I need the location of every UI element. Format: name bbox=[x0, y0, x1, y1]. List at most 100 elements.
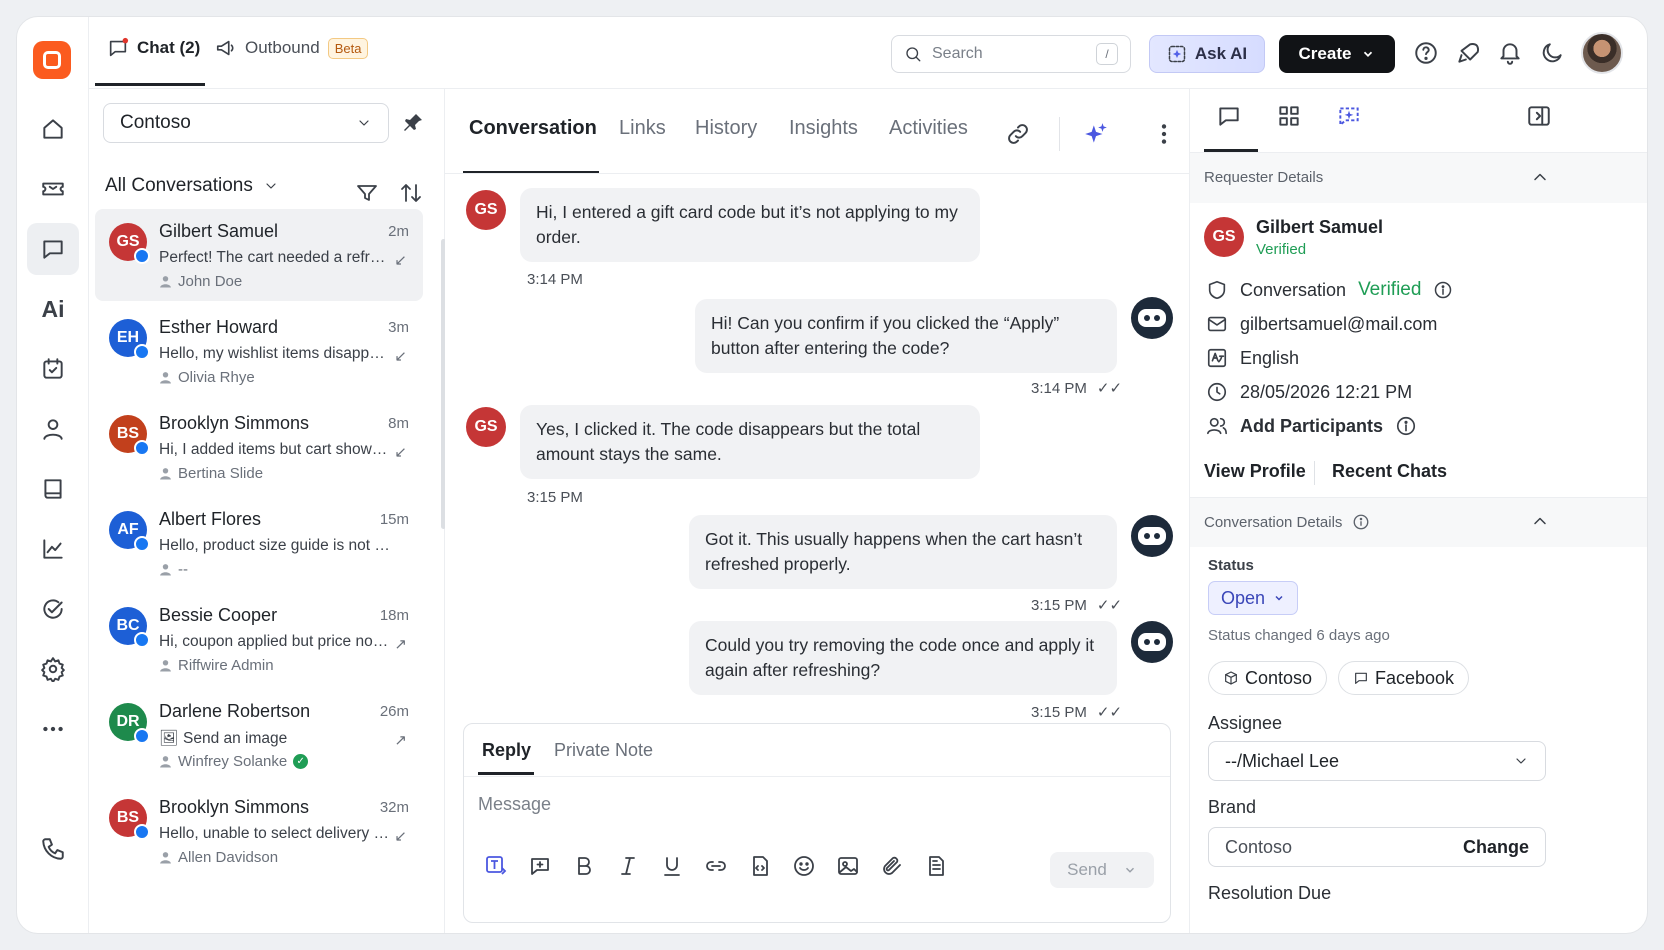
tab-chat[interactable]: Chat (2) bbox=[107, 37, 200, 59]
status-dropdown[interactable]: Open bbox=[1208, 581, 1299, 615]
tab-reply[interactable]: Reply bbox=[482, 740, 531, 761]
agent-message: Got it. This usually happens when the ca… bbox=[689, 515, 1117, 589]
emoji-icon[interactable] bbox=[792, 854, 816, 878]
requester-datetime: 28/05/2026 12:21 PM bbox=[1240, 381, 1413, 402]
document-icon[interactable] bbox=[924, 854, 948, 878]
conversation-time: 32m bbox=[379, 799, 409, 816]
tab-links[interactable]: Links bbox=[619, 117, 666, 140]
book-icon[interactable] bbox=[27, 463, 79, 515]
help-icon[interactable] bbox=[1413, 40, 1439, 66]
agent-name: -- bbox=[178, 561, 188, 578]
more-horizontal-icon[interactable] bbox=[27, 703, 79, 755]
conversation-details-title: Conversation Details bbox=[1204, 513, 1370, 531]
conversation-time: 3m bbox=[388, 319, 409, 336]
collapse-panel-icon[interactable] bbox=[1526, 103, 1552, 129]
phone-icon[interactable] bbox=[27, 823, 79, 875]
conversation-list-item[interactable]: EH Esther Howard 3m Hello, my wishlist item… bbox=[95, 305, 423, 397]
attachment-icon[interactable] bbox=[880, 854, 904, 878]
home-icon[interactable] bbox=[27, 103, 79, 155]
text-style-icon[interactable] bbox=[484, 854, 508, 878]
conversation-list-item[interactable]: BC Bessie Cooper 18m Hi, coupon applied but… bbox=[95, 593, 423, 685]
tab-private-note[interactable]: Private Note bbox=[554, 740, 653, 761]
sort-icon[interactable] bbox=[399, 181, 423, 205]
ai-sparkle-icon[interactable] bbox=[1083, 121, 1109, 147]
code-file-icon[interactable] bbox=[748, 854, 772, 878]
conversation-list-item[interactable]: BS Brooklyn Simmons 32m Hello, unable to se… bbox=[95, 785, 423, 877]
assigned-agent: Bertina Slide bbox=[159, 465, 263, 482]
assignee-select[interactable]: --/Michael Lee bbox=[1208, 741, 1546, 781]
info-icon[interactable] bbox=[1433, 280, 1453, 300]
italic-icon[interactable] bbox=[616, 854, 640, 878]
resolution-due-label: Resolution Due bbox=[1208, 883, 1332, 903]
outbound-tab-label: Outbound bbox=[245, 38, 320, 57]
canned-response-icon[interactable] bbox=[528, 854, 552, 878]
settings-gear-icon[interactable] bbox=[27, 643, 79, 695]
conversation-list-item[interactable]: AF Albert Flores 15m Hello, product size gu… bbox=[95, 497, 423, 589]
chat-icon[interactable] bbox=[27, 223, 79, 275]
tab-conversation[interactable]: Conversation bbox=[469, 117, 597, 140]
beta-badge: Beta bbox=[327, 37, 369, 59]
more-vertical-icon[interactable] bbox=[1151, 121, 1177, 147]
recent-chats-link[interactable]: Recent Chats bbox=[1332, 461, 1447, 482]
status-label: Status bbox=[1208, 557, 1254, 574]
app-logo[interactable] bbox=[33, 41, 71, 79]
dark-mode-moon-icon[interactable] bbox=[1539, 40, 1565, 66]
ask-ai-button[interactable]: Ask AI bbox=[1149, 35, 1265, 73]
conversation-list-item[interactable]: GS Gilbert Samuel 2m Perfect! The cart need… bbox=[95, 209, 423, 301]
contact-name: Esther Howard bbox=[159, 317, 279, 337]
rocket-icon[interactable] bbox=[1455, 40, 1481, 66]
message-time: 3:14 PM bbox=[527, 271, 583, 288]
ticket-icon[interactable] bbox=[27, 163, 79, 215]
time-label: 3:15 PM bbox=[1031, 596, 1087, 614]
source-chip[interactable]: Facebook bbox=[1338, 661, 1470, 695]
all-conversations-filter[interactable]: All Conversations bbox=[105, 175, 279, 197]
link-icon[interactable] bbox=[1005, 121, 1031, 147]
message-square-icon bbox=[1355, 672, 1367, 684]
pin-icon[interactable] bbox=[401, 111, 425, 135]
create-button[interactable]: Create bbox=[1279, 35, 1395, 73]
user-avatar[interactable] bbox=[1581, 32, 1623, 74]
tab-insights[interactable]: Insights bbox=[789, 117, 858, 140]
ai-assist-icon[interactable] bbox=[1336, 103, 1362, 129]
chevron-down-icon bbox=[1516, 758, 1526, 764]
search-input[interactable]: Search / bbox=[891, 35, 1131, 73]
add-participants-row[interactable]: Add Participants bbox=[1206, 415, 1417, 437]
tab-activities[interactable]: Activities bbox=[889, 117, 968, 140]
workspace-select[interactable]: Contoso bbox=[103, 103, 389, 143]
task-check-icon[interactable] bbox=[27, 583, 79, 635]
chevron-up-icon[interactable] bbox=[1530, 511, 1550, 531]
filter-funnel-icon[interactable] bbox=[355, 181, 379, 205]
assigned-agent: John Doe bbox=[159, 273, 242, 290]
analytics-icon[interactable] bbox=[27, 523, 79, 575]
apps-grid-icon[interactable] bbox=[1276, 103, 1302, 129]
preview-text: Hello, my wishlist items disappeared bbox=[159, 345, 391, 362]
chat-details-icon[interactable] bbox=[1216, 103, 1242, 129]
info-icon[interactable] bbox=[1352, 513, 1370, 531]
tab-history[interactable]: History bbox=[695, 117, 757, 140]
message-input[interactable]: Message bbox=[478, 794, 551, 815]
underline-icon[interactable] bbox=[660, 854, 684, 878]
contact-avatar: BS bbox=[109, 799, 150, 840]
hyperlink-icon[interactable] bbox=[704, 854, 728, 878]
conversation-list-item[interactable]: BS Brooklyn Simmons 8m Hi, I added items bu… bbox=[95, 401, 423, 493]
brand-change-button[interactable]: Change bbox=[1463, 837, 1529, 858]
bell-icon[interactable] bbox=[1497, 40, 1523, 66]
conversation-list-item[interactable]: DR Darlene Robertson 26m 🖼 Send an image ↗ Wi… bbox=[95, 689, 423, 781]
ai-icon[interactable]: Ai bbox=[27, 283, 79, 335]
info-icon[interactable] bbox=[1395, 415, 1417, 437]
chevron-up-icon[interactable] bbox=[1530, 167, 1550, 187]
view-profile-link[interactable]: View Profile bbox=[1204, 461, 1306, 482]
contact-name: Bessie Cooper bbox=[159, 605, 278, 625]
language-row: English bbox=[1206, 347, 1299, 369]
calendar-check-icon[interactable] bbox=[27, 343, 79, 395]
cube-icon bbox=[1225, 671, 1237, 685]
customer-message: Yes, I clicked it. The code disappears b… bbox=[520, 405, 980, 479]
image-icon[interactable] bbox=[836, 854, 860, 878]
send-button[interactable]: Send bbox=[1050, 852, 1154, 888]
create-label: Create bbox=[1298, 44, 1352, 63]
customer-avatar: GS bbox=[466, 190, 506, 230]
brand-chip[interactable]: Contoso bbox=[1208, 661, 1328, 695]
user-icon[interactable] bbox=[27, 403, 79, 455]
bold-icon[interactable] bbox=[572, 854, 596, 878]
tab-outbound[interactable]: Outbound Beta bbox=[215, 37, 369, 59]
